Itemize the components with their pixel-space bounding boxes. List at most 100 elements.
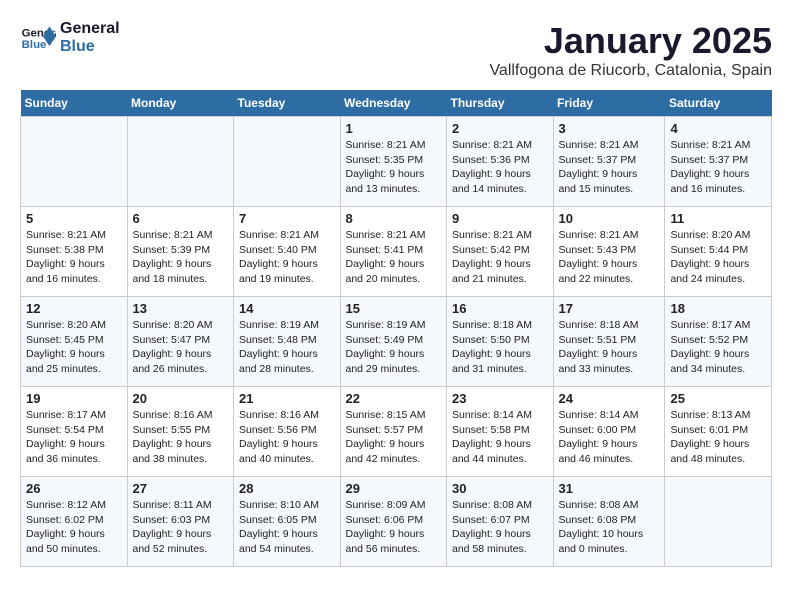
day-number: 28 (239, 481, 335, 496)
weekday-row: SundayMondayTuesdayWednesdayThursdayFrid… (21, 90, 772, 117)
day-info: Sunrise: 8:21 AM Sunset: 5:39 PM Dayligh… (133, 228, 229, 287)
weekday-header: Thursday (447, 90, 554, 117)
day-info: Sunrise: 8:21 AM Sunset: 5:36 PM Dayligh… (452, 138, 548, 197)
calendar-cell: 16Sunrise: 8:18 AM Sunset: 5:50 PM Dayli… (447, 297, 554, 387)
calendar-cell (234, 117, 341, 207)
day-number: 15 (346, 301, 442, 316)
calendar-cell (665, 477, 772, 567)
calendar-cell: 13Sunrise: 8:20 AM Sunset: 5:47 PM Dayli… (127, 297, 234, 387)
day-number: 21 (239, 391, 335, 406)
calendar-week-row: 1Sunrise: 8:21 AM Sunset: 5:35 PM Daylig… (21, 117, 772, 207)
day-number: 12 (26, 301, 122, 316)
calendar-cell: 18 Sunrise: 8:17 AM Sunset: 5:52 PM Dayli… (665, 297, 772, 387)
calendar-cell: 19 Sunrise: 8:17 AM Sunset: 5:54 PM Dayli… (21, 387, 128, 477)
logo: General Blue General Blue (20, 20, 120, 56)
calendar-cell: 1Sunrise: 8:21 AM Sunset: 5:35 PM Daylig… (340, 117, 447, 207)
calendar-title: January 2025 (489, 20, 772, 62)
day-info: Sunrise: 8:20 AM Sunset: 5:45 PM Dayligh… (26, 318, 122, 377)
calendar-cell: 28 Sunrise: 8:10 AM Sunset: 6:05 PM Dayli… (234, 477, 341, 567)
calendar-week-row: 26 Sunrise: 8:12 AM Sunset: 6:02 PM Dayli… (21, 477, 772, 567)
day-number: 22 (346, 391, 442, 406)
calendar-cell: 24 Sunrise: 8:14 AM Sunset: 6:00 PM Dayli… (553, 387, 665, 477)
day-info: Sunrise: 8:21 AM Sunset: 5:41 PM Dayligh… (346, 228, 442, 287)
day-number: 24 (559, 391, 660, 406)
calendar-week-row: 12 Sunrise: 8:20 AM Sunset: 5:45 PM Dayli… (21, 297, 772, 387)
weekday-header: Sunday (21, 90, 128, 117)
header: General Blue General Blue January 2025 V… (20, 20, 772, 80)
day-info: Sunrise: 8:19 AM Sunset: 5:48 PM Dayligh… (239, 318, 335, 377)
day-info: Sunrise: 8:16 AM Sunset: 5:55 PM Dayligh… (133, 408, 229, 467)
day-info: Sunrise: 8:19 AM Sunset: 5:49 PM Dayligh… (346, 318, 442, 377)
calendar-cell: 31 Sunrise: 8:08 AM Sunset: 6:08 PM Dayli… (553, 477, 665, 567)
day-info: Sunrise: 8:21 AM Sunset: 5:42 PM Dayligh… (452, 228, 548, 287)
logo-line1: General (60, 20, 120, 38)
weekday-header: Saturday (665, 90, 772, 117)
calendar-cell: 11Sunrise: 8:20 AM Sunset: 5:44 PM Dayli… (665, 207, 772, 297)
day-number: 29 (346, 481, 442, 496)
day-info: Sunrise: 8:12 AM Sunset: 6:02 PM Dayligh… (26, 498, 122, 557)
calendar-cell: 25 Sunrise: 8:13 AM Sunset: 6:01 PM Dayli… (665, 387, 772, 477)
calendar-cell: 27Sunrise: 8:11 AM Sunset: 6:03 PM Dayli… (127, 477, 234, 567)
day-number: 26 (26, 481, 122, 496)
weekday-header: Tuesday (234, 90, 341, 117)
calendar-cell: 4 Sunrise: 8:21 AM Sunset: 5:37 PM Daylig… (665, 117, 772, 207)
calendar-cell: 23Sunrise: 8:14 AM Sunset: 5:58 PM Dayli… (447, 387, 554, 477)
day-number: 11 (670, 211, 766, 226)
day-info: Sunrise: 8:15 AM Sunset: 5:57 PM Dayligh… (346, 408, 442, 467)
calendar-cell: 8 Sunrise: 8:21 AM Sunset: 5:41 PM Daylig… (340, 207, 447, 297)
day-number: 7 (239, 211, 335, 226)
day-number: 17 (559, 301, 660, 316)
day-number: 20 (133, 391, 229, 406)
day-info: Sunrise: 8:21 AM Sunset: 5:40 PM Dayligh… (239, 228, 335, 287)
day-number: 18 (670, 301, 766, 316)
calendar-cell: 21 Sunrise: 8:16 AM Sunset: 5:56 PM Dayli… (234, 387, 341, 477)
calendar-cell (21, 117, 128, 207)
day-number: 4 (670, 121, 766, 136)
calendar-header: SundayMondayTuesdayWednesdayThursdayFrid… (21, 90, 772, 117)
day-info: Sunrise: 8:21 AM Sunset: 5:37 PM Dayligh… (670, 138, 766, 197)
day-info: Sunrise: 8:13 AM Sunset: 6:01 PM Dayligh… (670, 408, 766, 467)
calendar-cell: 12 Sunrise: 8:20 AM Sunset: 5:45 PM Dayli… (21, 297, 128, 387)
day-info: Sunrise: 8:21 AM Sunset: 5:37 PM Dayligh… (559, 138, 660, 197)
day-info: Sunrise: 8:21 AM Sunset: 5:38 PM Dayligh… (26, 228, 122, 287)
day-number: 14 (239, 301, 335, 316)
day-number: 25 (670, 391, 766, 406)
day-number: 5 (26, 211, 122, 226)
calendar-table: SundayMondayTuesdayWednesdayThursdayFrid… (20, 90, 772, 567)
day-info: Sunrise: 8:11 AM Sunset: 6:03 PM Dayligh… (133, 498, 229, 557)
day-info: Sunrise: 8:08 AM Sunset: 6:08 PM Dayligh… (559, 498, 660, 557)
day-info: Sunrise: 8:18 AM Sunset: 5:50 PM Dayligh… (452, 318, 548, 377)
calendar-cell: 15 Sunrise: 8:19 AM Sunset: 5:49 PM Dayli… (340, 297, 447, 387)
day-info: Sunrise: 8:17 AM Sunset: 5:54 PM Dayligh… (26, 408, 122, 467)
title-block: January 2025 Vallfogona de Riucorb, Cata… (489, 20, 772, 80)
calendar-cell: 10Sunrise: 8:21 AM Sunset: 5:43 PM Dayli… (553, 207, 665, 297)
calendar-subtitle: Vallfogona de Riucorb, Catalonia, Spain (489, 62, 772, 80)
day-number: 9 (452, 211, 548, 226)
calendar-week-row: 19 Sunrise: 8:17 AM Sunset: 5:54 PM Dayli… (21, 387, 772, 477)
day-number: 10 (559, 211, 660, 226)
logo-icon: General Blue (20, 20, 56, 56)
calendar-cell: 5 Sunrise: 8:21 AM Sunset: 5:38 PM Daylig… (21, 207, 128, 297)
day-number: 8 (346, 211, 442, 226)
day-number: 19 (26, 391, 122, 406)
weekday-header: Wednesday (340, 90, 447, 117)
day-info: Sunrise: 8:17 AM Sunset: 5:52 PM Dayligh… (670, 318, 766, 377)
calendar-cell: 20 Sunrise: 8:16 AM Sunset: 5:55 PM Dayli… (127, 387, 234, 477)
calendar-cell: 6 Sunrise: 8:21 AM Sunset: 5:39 PM Daylig… (127, 207, 234, 297)
calendar-cell: 17 Sunrise: 8:18 AM Sunset: 5:51 PM Dayli… (553, 297, 665, 387)
day-info: Sunrise: 8:16 AM Sunset: 5:56 PM Dayligh… (239, 408, 335, 467)
day-info: Sunrise: 8:18 AM Sunset: 5:51 PM Dayligh… (559, 318, 660, 377)
day-info: Sunrise: 8:10 AM Sunset: 6:05 PM Dayligh… (239, 498, 335, 557)
day-number: 31 (559, 481, 660, 496)
calendar-cell (127, 117, 234, 207)
calendar-cell: 2Sunrise: 8:21 AM Sunset: 5:36 PM Daylig… (447, 117, 554, 207)
calendar-cell: 3 Sunrise: 8:21 AM Sunset: 5:37 PM Daylig… (553, 117, 665, 207)
weekday-header: Monday (127, 90, 234, 117)
day-number: 3 (559, 121, 660, 136)
day-number: 30 (452, 481, 548, 496)
day-number: 6 (133, 211, 229, 226)
svg-text:Blue: Blue (22, 39, 47, 51)
day-info: Sunrise: 8:14 AM Sunset: 6:00 PM Dayligh… (559, 408, 660, 467)
weekday-header: Friday (553, 90, 665, 117)
day-info: Sunrise: 8:09 AM Sunset: 6:06 PM Dayligh… (346, 498, 442, 557)
